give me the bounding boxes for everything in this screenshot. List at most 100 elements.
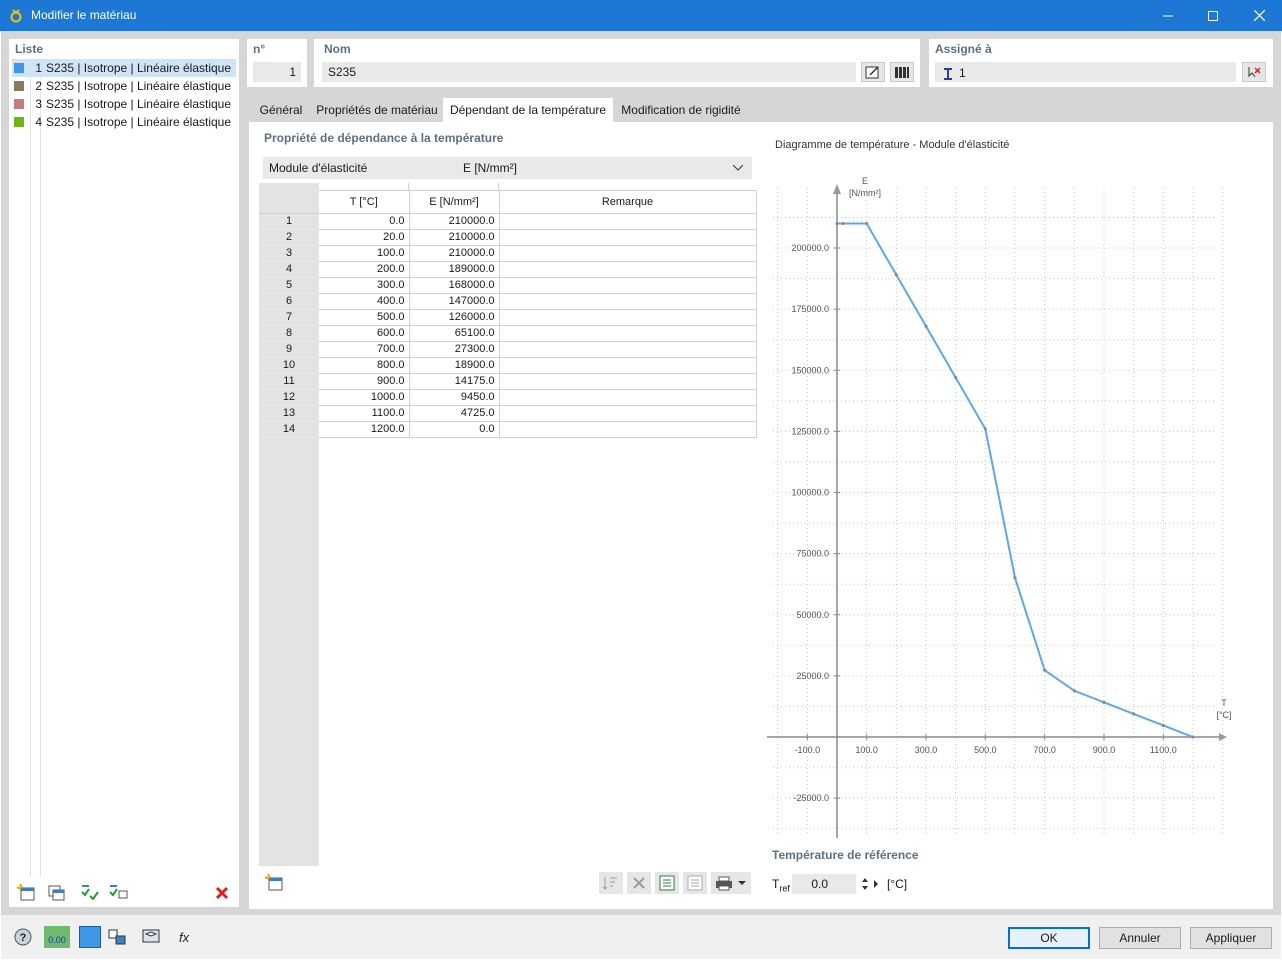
table-row[interactable]: 13 1100.0 4725.0: [259, 405, 757, 422]
check-selected-button[interactable]: [107, 882, 133, 904]
column-header-modulus[interactable]: E [N/mm²]: [409, 191, 500, 214]
table-row[interactable]: 2 20.0 210000.0: [259, 229, 757, 246]
modulus-cell[interactable]: 210000.0: [409, 229, 500, 246]
tref-menu-arrow[interactable]: [873, 877, 879, 891]
temperature-cell[interactable]: 1200.0: [319, 421, 410, 438]
table-row[interactable]: 14 1200.0 0.0: [259, 421, 757, 438]
modulus-cell[interactable]: 0.0: [409, 421, 500, 438]
modulus-cell[interactable]: 210000.0: [409, 213, 500, 230]
import-table-button[interactable]: [683, 872, 707, 894]
table-row[interactable]: 3 100.0 210000.0: [259, 245, 757, 262]
minimize-button[interactable]: [1145, 0, 1191, 31]
insert-row-button[interactable]: [263, 872, 289, 894]
decimals-button[interactable]: 0.00: [44, 926, 70, 948]
tab-stiffness-modification[interactable]: Modification de rigidité: [613, 98, 749, 122]
remark-cell[interactable]: [499, 245, 757, 262]
remark-cell[interactable]: [499, 229, 757, 246]
column-header-remark[interactable]: Remarque: [499, 191, 757, 214]
temperature-cell[interactable]: 700.0: [319, 341, 410, 358]
modulus-cell[interactable]: 126000.0: [409, 309, 500, 326]
temperature-cell[interactable]: 0.0: [319, 213, 410, 230]
temperature-cell[interactable]: 20.0: [319, 229, 410, 246]
table-row[interactable]: 6 400.0 147000.0: [259, 293, 757, 310]
name-field[interactable]: S235: [322, 62, 856, 82]
remark-cell[interactable]: [499, 421, 757, 438]
copy-material-button[interactable]: [45, 882, 71, 904]
assigned-field[interactable]: 1: [935, 62, 1236, 82]
remark-cell[interactable]: [499, 373, 757, 390]
print-button[interactable]: [711, 872, 751, 894]
temperature-cell[interactable]: 400.0: [319, 293, 410, 310]
maximize-button[interactable]: [1190, 0, 1236, 31]
cancel-button[interactable]: Annuler: [1099, 927, 1181, 949]
modulus-cell[interactable]: 14175.0: [409, 373, 500, 390]
table-row[interactable]: 11 900.0 14175.0: [259, 373, 757, 390]
edit-name-button[interactable]: [861, 62, 885, 82]
modulus-cell[interactable]: 168000.0: [409, 277, 500, 294]
remark-cell[interactable]: [499, 405, 757, 422]
temperature-cell[interactable]: 500.0: [319, 309, 410, 326]
sort-button[interactable]: [599, 872, 623, 894]
tref-input[interactable]: 0.0: [792, 874, 856, 894]
table-row[interactable]: 9 700.0 27300.0: [259, 341, 757, 358]
export-table-button[interactable]: [655, 872, 679, 894]
temperature-cell[interactable]: 800.0: [319, 357, 410, 374]
check-all-button[interactable]: [79, 882, 105, 904]
remark-cell[interactable]: [499, 213, 757, 230]
library-button[interactable]: [890, 62, 914, 82]
column-header-temperature[interactable]: T [°C]: [319, 191, 410, 214]
list-item-material-1[interactable]: 1 S235 | Isotrope | Linéaire élastique: [12, 59, 236, 77]
modulus-cell[interactable]: 9450.0: [409, 389, 500, 406]
table-row[interactable]: 4 200.0 189000.0: [259, 261, 757, 278]
remark-cell[interactable]: [499, 309, 757, 326]
remark-cell[interactable]: [499, 293, 757, 310]
color-button[interactable]: [79, 926, 101, 948]
list-item-material-4[interactable]: 4 S235 | Isotrope | Linéaire élastique: [12, 113, 236, 131]
modulus-cell[interactable]: 27300.0: [409, 341, 500, 358]
temperature-cell[interactable]: 600.0: [319, 325, 410, 342]
temperature-cell[interactable]: 900.0: [319, 373, 410, 390]
temperature-cell[interactable]: 1000.0: [319, 389, 410, 406]
remark-cell[interactable]: [499, 325, 757, 342]
view-button[interactable]: [138, 926, 164, 948]
close-window-button[interactable]: [1236, 0, 1282, 31]
modulus-cell[interactable]: 189000.0: [409, 261, 500, 278]
tab-temperature-dependent[interactable]: Dépendant de la température: [443, 98, 613, 122]
apply-button[interactable]: Appliquer: [1190, 927, 1272, 949]
display-settings-button[interactable]: [104, 926, 130, 948]
help-button[interactable]: ?: [10, 926, 36, 948]
property-dropdown[interactable]: Module d'élasticité E [N/mm²]: [263, 157, 752, 179]
table-row[interactable]: 8 600.0 65100.0: [259, 325, 757, 342]
delete-row-button[interactable]: [627, 872, 651, 894]
modulus-cell[interactable]: 4725.0: [409, 405, 500, 422]
formula-button[interactable]: fx: [173, 926, 199, 948]
temperature-cell[interactable]: 300.0: [319, 277, 410, 294]
table-row[interactable]: 7 500.0 126000.0: [259, 309, 757, 326]
tab-material-properties[interactable]: Propriétés de matériau: [313, 98, 441, 122]
remark-cell[interactable]: [499, 341, 757, 358]
tref-spinner[interactable]: [861, 875, 869, 893]
select-objects-button[interactable]: [1242, 62, 1266, 82]
remark-cell[interactable]: [499, 357, 757, 374]
tab-general[interactable]: Général: [249, 98, 313, 122]
table-row[interactable]: 1 0.0 210000.0: [259, 213, 757, 230]
ok-button[interactable]: OK: [1008, 927, 1090, 949]
remark-cell[interactable]: [499, 261, 757, 278]
modulus-cell[interactable]: 147000.0: [409, 293, 500, 310]
new-material-button[interactable]: [15, 882, 41, 904]
remark-cell[interactable]: [499, 389, 757, 406]
table-row[interactable]: 5 300.0 168000.0: [259, 277, 757, 294]
temperature-cell[interactable]: 200.0: [319, 261, 410, 278]
delete-material-button[interactable]: [209, 882, 235, 904]
list-item-material-3[interactable]: 3 S235 | Isotrope | Linéaire élastique: [12, 95, 236, 113]
modulus-cell[interactable]: 210000.0: [409, 245, 500, 262]
modulus-cell[interactable]: 65100.0: [409, 325, 500, 342]
table-row[interactable]: 10 800.0 18900.0: [259, 357, 757, 374]
list-item-material-2[interactable]: 2 S235 | Isotrope | Linéaire élastique: [12, 77, 236, 95]
modulus-cell[interactable]: 18900.0: [409, 357, 500, 374]
temperature-cell[interactable]: 1100.0: [319, 405, 410, 422]
number-field[interactable]: 1: [253, 62, 301, 82]
table-row[interactable]: 12 1000.0 9450.0: [259, 389, 757, 406]
remark-cell[interactable]: [499, 277, 757, 294]
temperature-cell[interactable]: 100.0: [319, 245, 410, 262]
